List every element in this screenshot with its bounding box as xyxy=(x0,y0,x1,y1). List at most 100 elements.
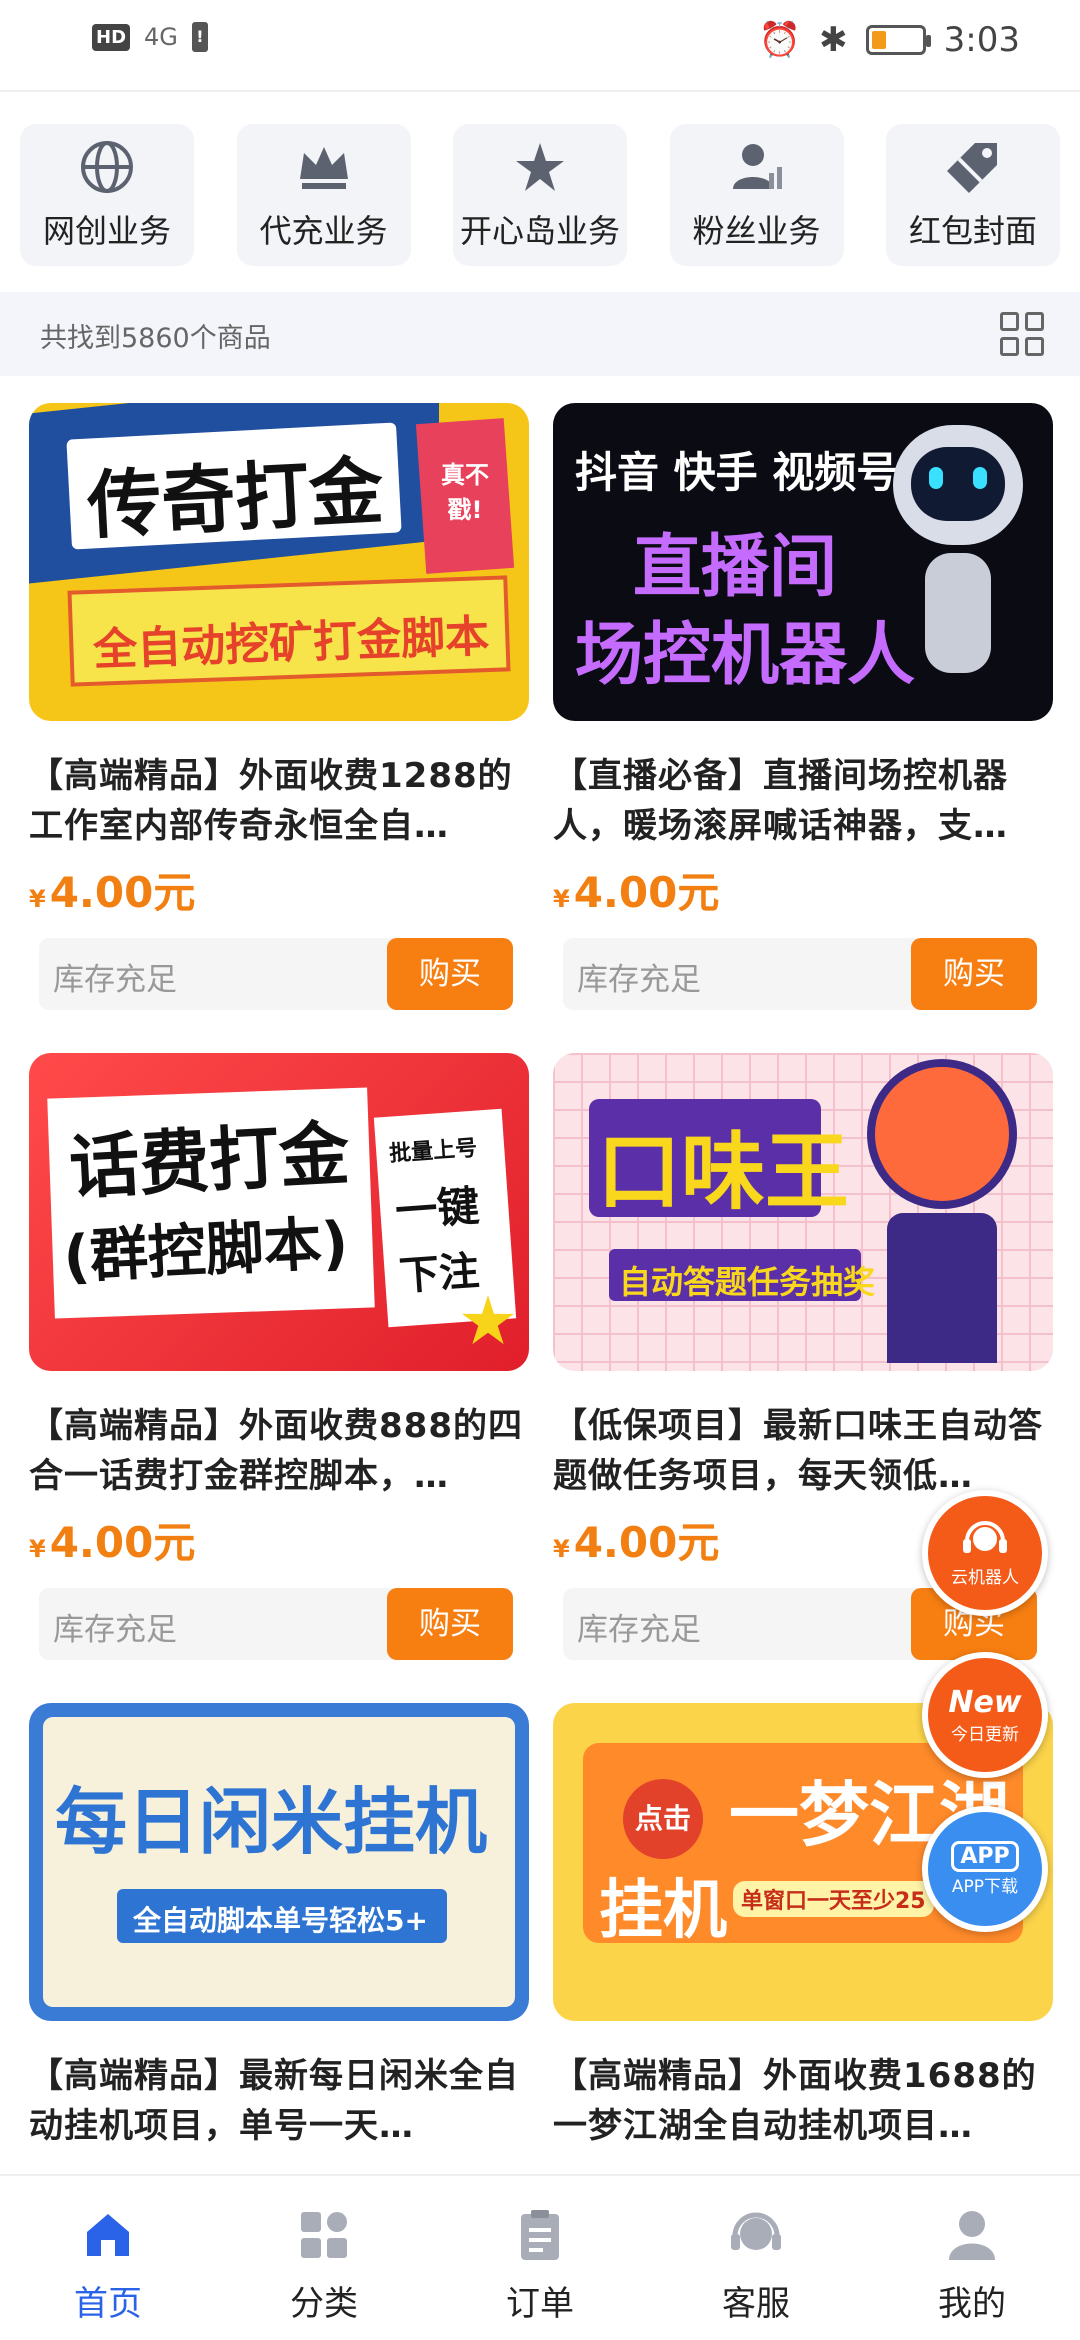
fab-label: APP下载 xyxy=(951,1877,1019,1897)
user-chart-icon xyxy=(728,138,786,196)
profile-icon xyxy=(943,2206,1001,2264)
product-thumbnail: 话费打金 (群控脚本) 批量上号 一键 下注 xyxy=(29,1053,529,1371)
star-icon xyxy=(511,138,569,196)
product-card[interactable]: 话费打金 (群控脚本) 批量上号 一键 下注 【高端精品】外面收费888的四合一… xyxy=(29,1053,529,1660)
home-icon xyxy=(79,2206,137,2264)
thumb-headline: 口味王 xyxy=(597,1123,850,1221)
product-thumbnail: 抖音 快手 视频号 直播间 场控机器人 xyxy=(553,403,1053,721)
thumb-headline: 话费打金 xyxy=(67,1112,352,1210)
stock-status: 库存充足 xyxy=(577,1612,701,1648)
buy-row: 库存充足 购买 xyxy=(39,1588,513,1660)
crown-icon xyxy=(295,138,353,196)
fab-label: 今日更新 xyxy=(951,1725,1019,1745)
alert-icon: ! xyxy=(191,22,208,52)
thumb-side2: 一键 xyxy=(393,1181,481,1236)
product-price: ¥4.00元 xyxy=(29,1518,196,1567)
tab-label: 我的 xyxy=(938,2284,1006,2324)
signal-icon: 4G xyxy=(144,23,178,51)
robot-illustration xyxy=(893,425,1023,545)
product-card[interactable]: 传奇打金 真不戳! 全自动挖矿打金脚本 【高端精品】外面收费1288的工作室内部… xyxy=(29,403,529,1010)
tag-icon xyxy=(944,138,1002,196)
app-icon: APP xyxy=(951,1841,1019,1872)
stock-status: 库存充足 xyxy=(53,1612,177,1648)
result-count: 共找到5860个商品 xyxy=(40,323,271,354)
tab-label: 首页 xyxy=(74,2284,142,2324)
thumb-badge: 点击 xyxy=(623,1779,703,1859)
thumb-platforms: 抖音 快手 视频号 xyxy=(575,448,899,497)
tab-label: 客服 xyxy=(722,2284,790,2324)
category-label: 网创业务 xyxy=(42,212,171,250)
stock-status: 库存充足 xyxy=(577,962,701,998)
thumb-headline: 每日闲米挂机 xyxy=(55,1780,488,1864)
buy-row: 库存充足 购买 xyxy=(39,938,513,1010)
gumball-illustration xyxy=(867,1059,1017,1209)
category-label: 代充业务 xyxy=(259,212,388,250)
category-kaixindao[interactable]: 开心岛业务 xyxy=(453,124,627,266)
product-title: 【高端精品】外面收费1288的工作室内部传奇永恒全自… xyxy=(29,756,513,846)
category-wangchuang[interactable]: 网创业务 xyxy=(20,124,194,266)
thumb-side3: 下注 xyxy=(397,1248,481,1300)
globe-icon xyxy=(78,138,136,196)
category-fensi[interactable]: 粉丝业务 xyxy=(669,124,844,266)
cloud-robot-button[interactable]: 云机器人 xyxy=(922,1490,1048,1616)
tab-category[interactable]: 分类 xyxy=(224,2176,424,2340)
category-label: 开心岛业务 xyxy=(459,212,620,250)
tab-home[interactable]: 首页 xyxy=(8,2176,208,2340)
headset-icon xyxy=(963,1520,1007,1553)
product-price: ¥4.00元 xyxy=(553,868,720,917)
hd-indicator: HD xyxy=(92,23,131,51)
thumb-headline: 直播间 xyxy=(633,528,838,607)
product-grid: 传奇打金 真不戳! 全自动挖矿打金脚本 【高端精品】外面收费1288的工作室内部… xyxy=(0,376,1080,2176)
tab-orders[interactable]: 订单 xyxy=(440,2176,640,2340)
buy-button[interactable]: 购买 xyxy=(387,938,513,1010)
category-row: 网创业务 代充业务 开心岛业务 粉丝业务 红包封面 xyxy=(0,94,1080,290)
thumb-side1: 批量上号 xyxy=(388,1135,478,1168)
today-update-button[interactable]: New 今日更新 xyxy=(922,1652,1048,1778)
product-title: 【高端精品】外面收费1688的一梦江湖全自动挂机项目… xyxy=(553,2056,1037,2146)
grid-icon xyxy=(295,2206,353,2264)
product-title: 【高端精品】外面收费888的四合一话费打金群控脚本，… xyxy=(29,1406,523,1496)
new-badge: New xyxy=(948,1685,1022,1720)
category-hongbao[interactable]: 红包封面 xyxy=(886,124,1060,266)
thumb-subtitle: 挂机 xyxy=(599,1874,727,1948)
product-title: 【直播必备】直播间场控机器人，暖场滚屏喊话神器，支… xyxy=(553,756,1008,846)
buy-button[interactable]: 购买 xyxy=(911,938,1037,1010)
support-icon xyxy=(727,2206,785,2264)
status-bar: HD 4G ! ⏰ ✱ 3:03 xyxy=(0,0,1080,92)
fab-label: 云机器人 xyxy=(951,1567,1019,1588)
thumb-subtitle: 场控机器人 xyxy=(575,616,916,695)
product-thumbnail: 传奇打金 真不戳! 全自动挖矿打金脚本 xyxy=(29,403,529,721)
category-label: 粉丝业务 xyxy=(692,212,821,250)
layout-toggle-icon[interactable] xyxy=(1000,312,1044,356)
result-bar: 共找到5860个商品 xyxy=(0,292,1080,376)
tab-label: 分类 xyxy=(290,2284,358,2324)
stock-status: 库存充足 xyxy=(53,962,177,998)
product-title: 【高端精品】最新每日闲米全自动挂机项目，单号一天… xyxy=(29,2056,519,2146)
battery-icon xyxy=(865,25,931,55)
product-card[interactable]: 抖音 快手 视频号 直播间 场控机器人 【直播必备】直播间场控机器人，暖场滚屏喊… xyxy=(553,403,1053,1010)
bluetooth-icon: ✱ xyxy=(819,20,848,60)
category-label: 红包封面 xyxy=(908,212,1037,250)
bottom-tab-bar: 首页 分类 订单 客服 我的 xyxy=(0,2174,1080,2340)
product-title: 【低保项目】最新口味王自动答题做任务项目，每天领低… xyxy=(553,1406,1043,1496)
clock: 3:03 xyxy=(943,20,1020,60)
alarm-icon: ⏰ xyxy=(758,20,802,60)
tab-label: 订单 xyxy=(506,2284,574,2324)
thumb-badge: 真不戳! xyxy=(441,461,489,524)
app-download-button[interactable]: APP APP下载 xyxy=(922,1806,1048,1932)
product-price: ¥4.00元 xyxy=(29,868,196,917)
tab-profile[interactable]: 我的 xyxy=(872,2176,1072,2340)
thumb-subtitle: 全自动脚本单号轻松5+ xyxy=(133,1904,428,1937)
buy-row: 库存充足 购买 xyxy=(563,938,1037,1010)
thumb-headline: 传奇打金 xyxy=(85,448,386,550)
buy-button[interactable]: 购买 xyxy=(387,1588,513,1660)
product-card[interactable]: 每日闲米挂机 全自动脚本单号轻松5+ 【高端精品】最新每日闲米全自动挂机项目，单… xyxy=(29,1703,529,2151)
thumb-note: 单窗口一天至少25 xyxy=(733,1881,934,1917)
thumb-subtitle: (群控脚本) xyxy=(61,1208,350,1292)
clipboard-icon xyxy=(511,2206,569,2264)
product-thumbnail: 每日闲米挂机 全自动脚本单号轻松5+ xyxy=(29,1703,529,2021)
product-thumbnail: 口味王 自动答题任务抽奖 xyxy=(553,1053,1053,1371)
tab-support[interactable]: 客服 xyxy=(656,2176,856,2340)
thumb-subtitle: 自动答题任务抽奖 xyxy=(619,1263,876,1301)
category-daichong[interactable]: 代充业务 xyxy=(236,124,411,266)
